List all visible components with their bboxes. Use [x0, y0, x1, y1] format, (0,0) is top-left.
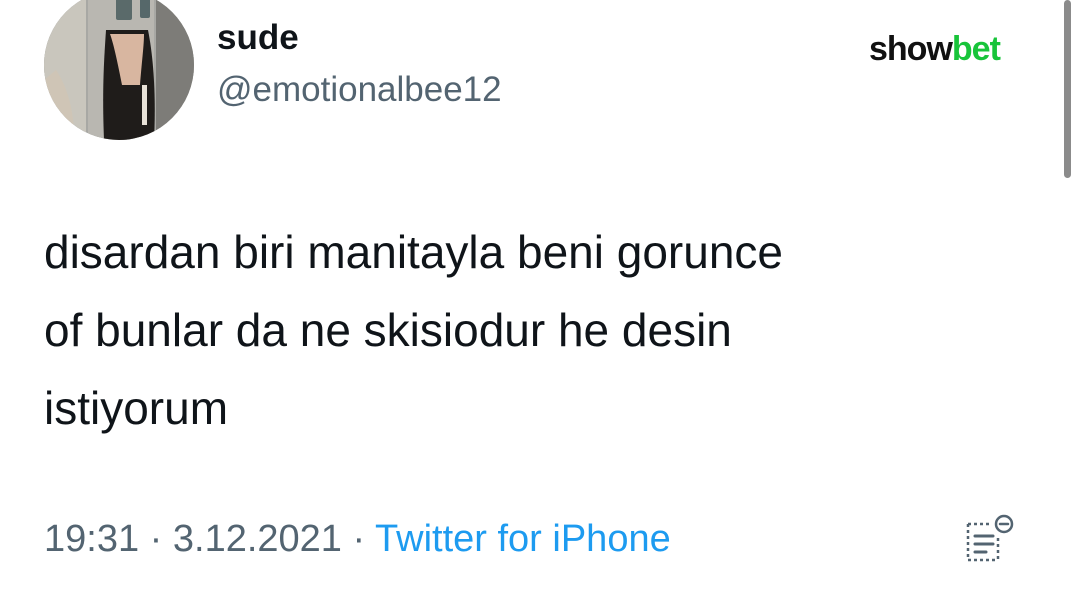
watermark-part-2: bet — [951, 30, 1001, 68]
avatar[interactable] — [44, 0, 194, 140]
scrollbar[interactable] — [1064, 0, 1071, 178]
tweet-meta: 19:31 · 3.12.2021 · Twitter for iPhone — [44, 518, 671, 561]
analytics-icon[interactable] — [960, 514, 1020, 566]
user-handle[interactable]: @emotionalbee12 — [217, 70, 502, 110]
display-name[interactable]: sude — [217, 18, 299, 58]
tweet-time[interactable]: 19:31 — [44, 518, 139, 560]
tweet-text-line: disardan biri manitayla beni gorunce — [44, 226, 783, 278]
tweet-text-line: of bunlar da ne skisiodur he desin — [44, 304, 732, 356]
tweet-card: sude @emotionalbee12 showbet disardan bi… — [0, 0, 1080, 590]
tweet-date[interactable]: 3.12.2021 — [173, 518, 342, 560]
meta-separator: · — [341, 518, 376, 560]
meta-separator: · — [139, 518, 173, 560]
tweet-text-line: istiyorum — [44, 382, 229, 434]
tweet-text: disardan biri manitayla beni gorunce of … — [44, 213, 1044, 447]
watermark-part-1: show — [869, 30, 953, 68]
tweet-source-link[interactable]: Twitter for iPhone — [375, 518, 671, 560]
avatar-photo — [44, 0, 194, 140]
showbet-watermark: showbet — [869, 30, 1001, 69]
